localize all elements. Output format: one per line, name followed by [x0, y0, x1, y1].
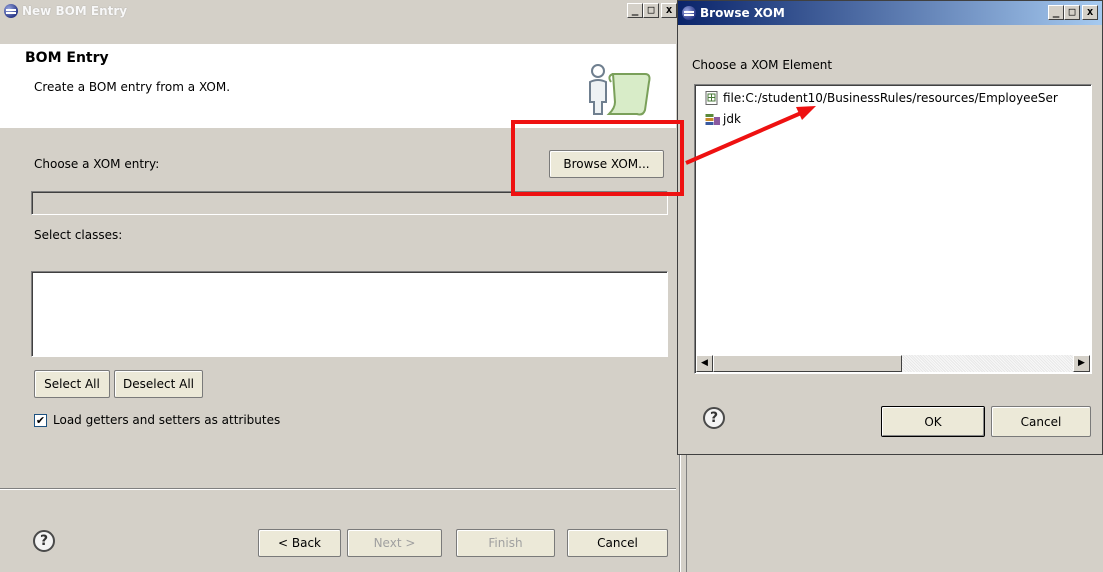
annotation-arrow [685, 106, 816, 165]
